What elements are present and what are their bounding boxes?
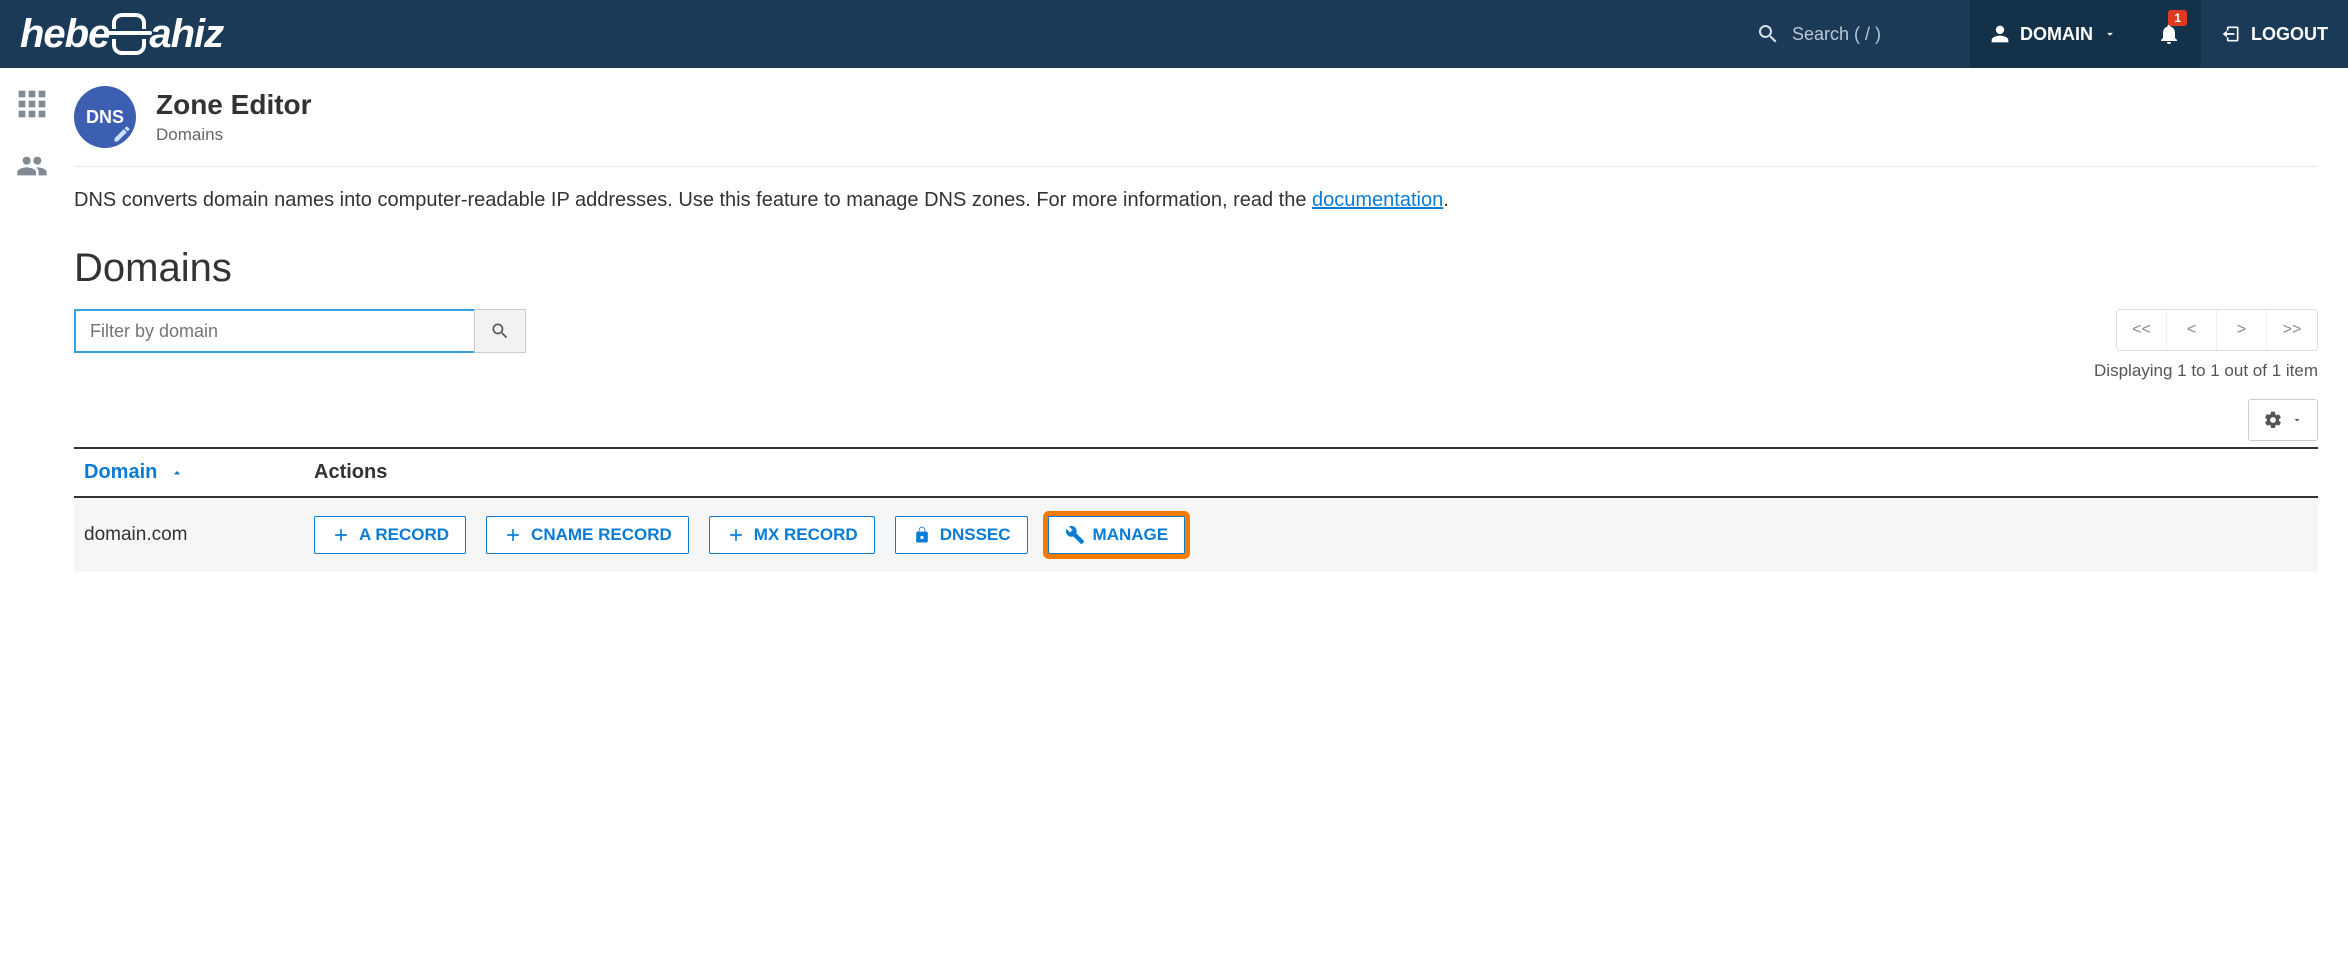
sidebar-users[interactable] — [12, 146, 52, 186]
desc-post: . — [1443, 189, 1449, 211]
col-domain[interactable]: Domain — [74, 448, 304, 497]
filter-input[interactable] — [74, 309, 474, 353]
a-record-label: A RECORD — [359, 525, 449, 545]
page-description: DNS converts domain names into computer-… — [74, 167, 2318, 222]
search-icon — [490, 321, 510, 341]
domains-table: Domain Actions domain.com A — [74, 447, 2318, 572]
dnssec-label: DNSSEC — [940, 525, 1011, 545]
add-mx-record-button[interactable]: MX RECORD — [709, 516, 875, 554]
logout-button[interactable]: LOGOUT — [2201, 0, 2348, 68]
gear-icon — [2263, 410, 2283, 430]
chevron-down-icon — [2291, 414, 2303, 426]
plus-icon — [726, 525, 746, 545]
sidebar-apps[interactable] — [12, 84, 52, 124]
dnssec-button[interactable]: DNSSEC — [895, 516, 1028, 554]
pencil-icon — [112, 124, 132, 144]
user-menu[interactable]: DOMAIN — [1970, 0, 2137, 68]
cell-domain: domain.com — [74, 497, 304, 572]
pager: << < > >> — [2116, 309, 2318, 351]
plus-icon — [503, 525, 523, 545]
filter-group — [74, 309, 526, 353]
topbar: hebe ahiz DOMAIN 1 LOGOUT — [0, 0, 2348, 68]
pager-first[interactable]: << — [2117, 310, 2167, 350]
grid-icon — [16, 88, 48, 120]
user-icon — [1990, 24, 2010, 44]
brand-logo[interactable]: hebe ahiz — [20, 12, 223, 57]
logout-icon — [2221, 24, 2241, 44]
search-input[interactable] — [1792, 24, 1952, 45]
chevron-down-icon — [2103, 27, 2117, 41]
cname-record-label: CNAME RECORD — [531, 525, 672, 545]
dns-badge-icon: DNS — [74, 86, 136, 148]
global-search[interactable] — [1738, 22, 1970, 46]
user-label: DOMAIN — [2020, 24, 2093, 45]
users-icon — [16, 150, 48, 182]
logout-label: LOGOUT — [2251, 24, 2328, 45]
logo-text-left: hebe — [20, 12, 109, 57]
table-row: domain.com A RECORD CNAME RECORD — [74, 497, 2318, 572]
col-actions-label: Actions — [314, 461, 387, 483]
notifications-badge: 1 — [2168, 10, 2187, 26]
section-heading: Domains — [74, 246, 2318, 291]
plus-icon — [331, 525, 351, 545]
mx-record-label: MX RECORD — [754, 525, 858, 545]
pager-last[interactable]: >> — [2267, 310, 2317, 350]
wrench-icon — [1065, 525, 1085, 545]
page-subtitle: Domains — [156, 125, 312, 145]
page-header: DNS Zone Editor Domains — [74, 86, 2318, 167]
brand-glyph — [112, 13, 146, 55]
col-actions: Actions — [304, 448, 2318, 497]
table-settings-button[interactable] — [2248, 399, 2318, 441]
page-title: Zone Editor — [156, 89, 312, 121]
manage-button[interactable]: MANAGE — [1048, 516, 1186, 554]
add-a-record-button[interactable]: A RECORD — [314, 516, 466, 554]
filter-search-button[interactable] — [474, 309, 526, 353]
notifications-button[interactable]: 1 — [2137, 0, 2201, 68]
search-icon — [1756, 22, 1780, 46]
sidebar — [0, 68, 64, 612]
pager-status: Displaying 1 to 1 out of 1 item — [2094, 361, 2318, 381]
col-domain-label: Domain — [84, 461, 157, 483]
sort-asc-icon — [169, 465, 185, 481]
pager-prev[interactable]: < — [2167, 310, 2217, 350]
manage-label: MANAGE — [1093, 525, 1169, 545]
documentation-link[interactable]: documentation — [1312, 189, 1443, 211]
lock-icon — [912, 525, 932, 545]
desc-pre: DNS converts domain names into computer-… — [74, 189, 1312, 211]
add-cname-record-button[interactable]: CNAME RECORD — [486, 516, 689, 554]
main-content: DNS Zone Editor Domains DNS converts dom… — [64, 68, 2348, 612]
pager-next[interactable]: > — [2217, 310, 2267, 350]
logo-text-right: ahiz — [149, 12, 223, 57]
